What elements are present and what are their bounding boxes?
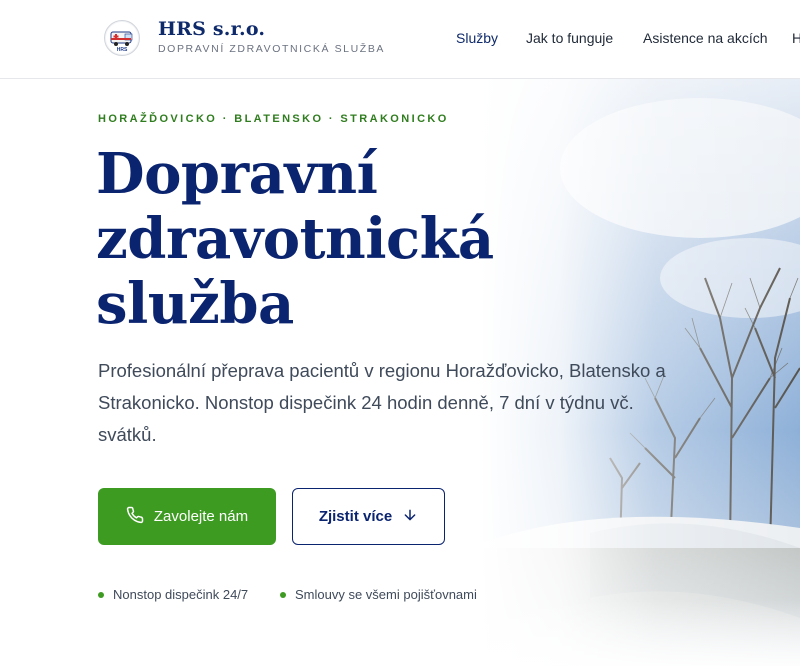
- hero-title-line: zdravotnická: [96, 206, 494, 272]
- feature-item: Smlouvy se všemi pojišťovnami: [280, 587, 477, 602]
- learn-more-button-label: Zjistit více: [318, 508, 393, 525]
- learn-more-button[interactable]: Zjistit více: [292, 488, 445, 545]
- bullet-dot-icon: [98, 591, 104, 598]
- hero-title: Dopravní zdravotnická služba: [96, 142, 566, 337]
- call-us-button[interactable]: Zavolejte nám: [98, 488, 276, 545]
- feature-label: Nonstop dispečink 24/7: [113, 587, 249, 602]
- call-us-button-label: Zavolejte nám: [153, 508, 249, 525]
- hero-section: HORAŽĎOVICKO · BLATENSKO · STRAKONICKO D…: [0, 0, 800, 666]
- bullet-dot-icon: [280, 591, 286, 598]
- hero-description: Profesionální přeprava pacientů v region…: [98, 360, 666, 445]
- nav-item-jak-to-funguje[interactable]: Jak to funguje: [526, 30, 613, 46]
- site-header: HRS HRS s.r.o. DOPRAVNÍ ZDRAVOTNICKÁ SLU…: [0, 0, 800, 79]
- brand-name[interactable]: HRS s.r.o.: [158, 18, 265, 40]
- hero-title-line: služba: [96, 271, 294, 337]
- hero-title-line: Dopravní: [96, 141, 378, 207]
- nav-item-more[interactable]: H: [792, 30, 800, 46]
- hero-regions: HORAŽĎOVICKO · BLATENSKO · STRAKONICKO: [98, 113, 449, 125]
- feature-label: Smlouvy se všemi pojišťovnami: [295, 587, 477, 602]
- nav-item-sluzby[interactable]: Služby: [456, 30, 498, 46]
- svg-text:HRS: HRS: [117, 47, 128, 53]
- brand-subtitle: DOPRAVNÍ ZDRAVOTNICKÁ SLUŽBA: [158, 43, 386, 55]
- arrow-down-icon: [402, 507, 418, 527]
- feature-item: Nonstop dispečink 24/7: [98, 587, 248, 602]
- ambulance-logo-icon[interactable]: HRS: [104, 20, 140, 56]
- nav-item-asistence-na-akcich[interactable]: Asistence na akcích: [643, 30, 768, 46]
- phone-icon: [126, 506, 144, 528]
